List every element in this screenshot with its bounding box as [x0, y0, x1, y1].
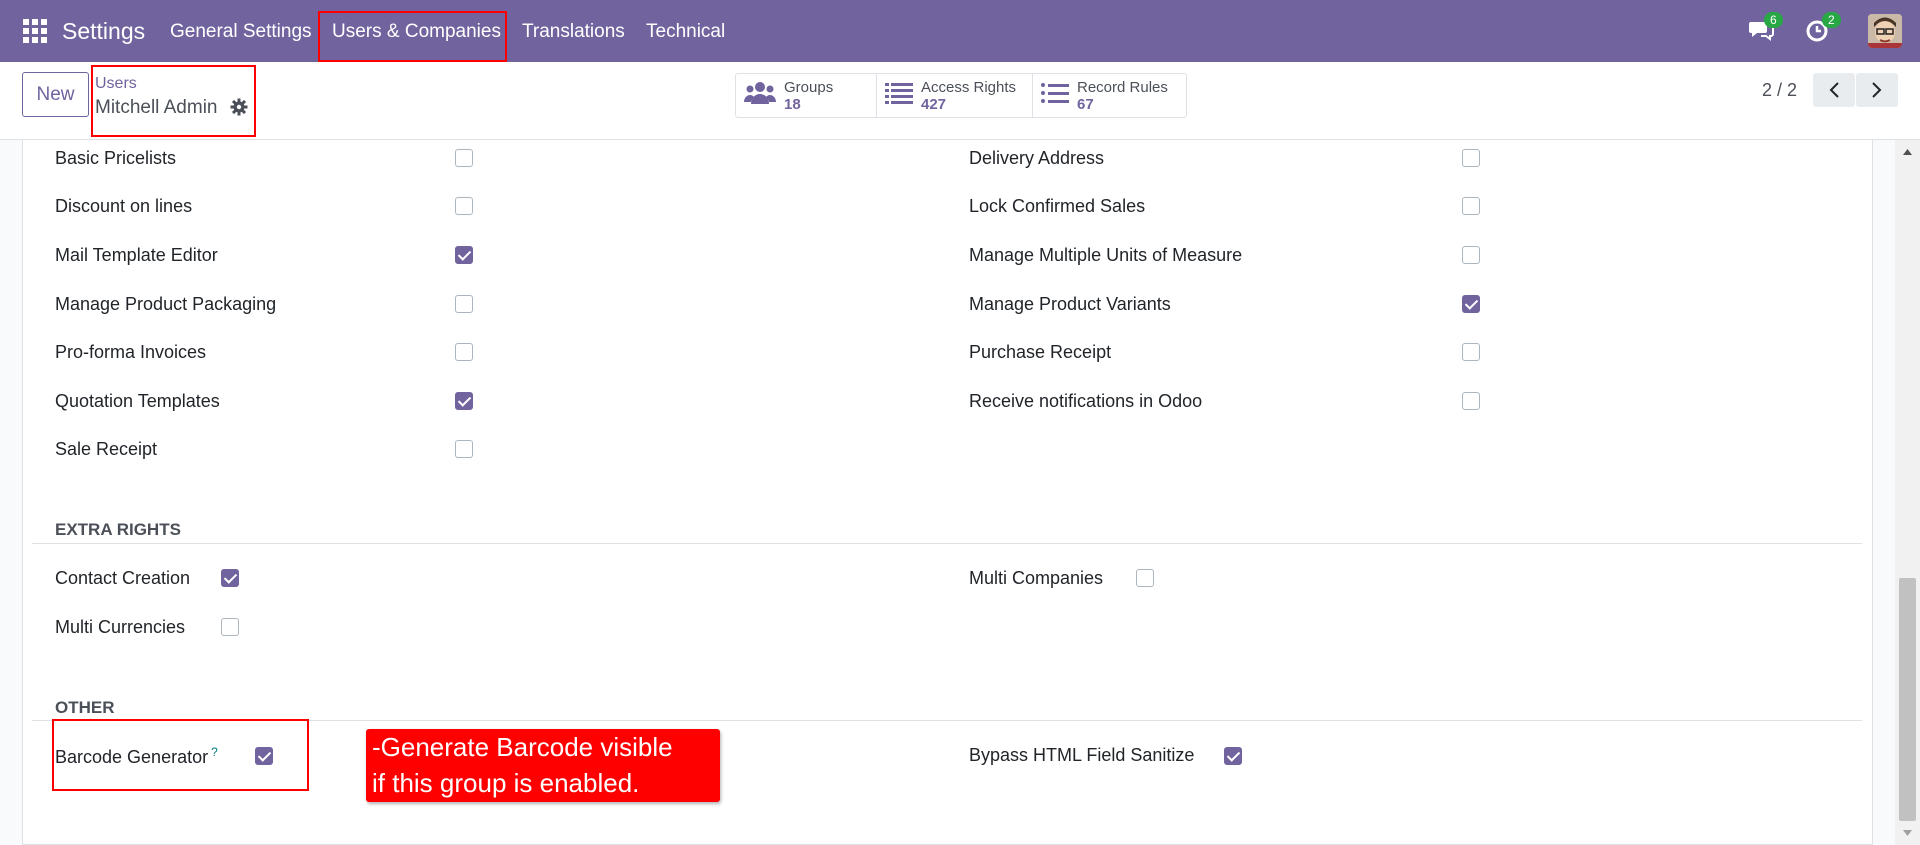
right-label: Contact Creation	[55, 568, 191, 588]
right-label: Manage Product Packaging	[55, 294, 277, 314]
other-heading: OTHER	[55, 698, 115, 717]
top-navbar: Settings General Settings Users & Compan…	[0, 0, 1920, 62]
menu-technical[interactable]: Technical	[646, 21, 725, 43]
right-label: Discount on lines	[55, 196, 193, 216]
gear-icon[interactable]	[230, 98, 248, 116]
right-label: Delivery Address	[969, 148, 1105, 168]
chat-icon[interactable]: 6	[1748, 12, 1783, 42]
right-label: Quotation Templates	[55, 391, 220, 411]
annotation-callout: -Generate Barcode visible if this group …	[366, 729, 720, 802]
menu-highlight-box	[318, 11, 507, 62]
pager-value[interactable]: 2 / 2	[1762, 80, 1797, 101]
manage-product-packaging-checkbox[interactable]	[455, 295, 473, 313]
activity-clock-icon[interactable]: 2	[1806, 12, 1841, 42]
manage-multiple-uom-checkbox[interactable]	[1462, 246, 1480, 264]
multi-companies-checkbox[interactable]	[1136, 569, 1154, 587]
access-rights-label: Access Rights	[921, 78, 1017, 96]
scrollbar[interactable]	[1895, 140, 1920, 845]
right-label: Purchase Receipt	[969, 342, 1112, 362]
list-icon	[1041, 81, 1069, 110]
activity-badge: 2	[1822, 12, 1841, 28]
right-label: Sale Receipt	[55, 439, 158, 459]
groups-smart-button[interactable]: Groups 18	[736, 74, 877, 117]
control-panel: New Users Mitchell Admin Groups 18 Acces…	[0, 62, 1920, 140]
section-divider	[32, 543, 1862, 544]
right-label: Manage Multiple Units of Measure	[969, 245, 1243, 265]
scroll-down-arrow-icon[interactable]	[1902, 829, 1913, 837]
extra-rights-heading: EXTRA RIGHTS	[55, 520, 181, 539]
delivery-address-checkbox[interactable]	[1462, 149, 1480, 167]
multi-currencies-checkbox[interactable]	[221, 618, 239, 636]
annotation-line: -Generate Barcode visible	[372, 732, 673, 762]
barcode-highlight-box	[52, 719, 309, 791]
chat-badge: 6	[1764, 12, 1783, 28]
access-rights-count: 427	[921, 95, 947, 113]
lock-confirmed-sales-checkbox[interactable]	[1462, 197, 1480, 215]
chevron-right-icon	[1872, 82, 1882, 98]
contact-creation-checkbox[interactable]	[221, 569, 239, 587]
breadcrumb-users-link[interactable]: Users	[95, 75, 137, 93]
record-rules-count: 67	[1077, 95, 1094, 113]
user-avatar[interactable]	[1868, 14, 1902, 48]
record-rules-smart-button[interactable]: Record Rules 67	[1033, 74, 1186, 117]
right-label: Bypass HTML Field Sanitize	[969, 745, 1195, 765]
access-rights-smart-button[interactable]: Access Rights 427	[877, 74, 1033, 117]
annotation-line: if this group is enabled.	[372, 768, 640, 798]
app-title[interactable]: Settings	[62, 18, 145, 45]
groups-count: 18	[784, 95, 801, 113]
scroll-up-arrow-icon[interactable]	[1902, 148, 1913, 156]
right-label: Mail Template Editor	[55, 245, 218, 265]
right-label: Pro-forma Invoices	[55, 342, 207, 362]
right-label: Lock Confirmed Sales	[969, 196, 1146, 216]
scrollbar-thumb[interactable]	[1899, 578, 1916, 821]
receive-notifications-odoo-checkbox[interactable]	[1462, 392, 1480, 410]
chevron-left-icon	[1829, 82, 1839, 98]
right-label: Multi Companies	[969, 568, 1104, 588]
pager-previous-button[interactable]	[1813, 73, 1855, 107]
right-label: Basic Pricelists	[55, 148, 177, 168]
pager-next-button[interactable]	[1856, 73, 1898, 107]
groups-label: Groups	[784, 78, 834, 96]
discount-on-lines-checkbox[interactable]	[455, 197, 473, 215]
list-icon	[885, 81, 913, 110]
right-label: Multi Currencies	[55, 617, 186, 637]
new-button[interactable]: New	[22, 72, 89, 117]
quotation-templates-checkbox[interactable]	[455, 392, 473, 410]
breadcrumb-current-record: Mitchell Admin	[95, 97, 218, 118]
manage-product-variants-checkbox[interactable]	[1462, 295, 1480, 313]
apps-menu-icon[interactable]	[23, 19, 47, 43]
pro-forma-invoices-checkbox[interactable]	[455, 343, 473, 361]
menu-translations[interactable]: Translations	[522, 21, 625, 43]
mail-template-editor-checkbox[interactable]	[455, 246, 473, 264]
users-icon	[744, 80, 776, 111]
sale-receipt-checkbox[interactable]	[455, 440, 473, 458]
menu-general-settings[interactable]: General Settings	[170, 21, 312, 43]
record-rules-label: Record Rules	[1077, 78, 1168, 96]
smart-buttons: Groups 18 Access Rights 427 Record Rules…	[735, 73, 1187, 118]
purchase-receipt-checkbox[interactable]	[1462, 343, 1480, 361]
right-label: Manage Product Variants	[969, 294, 1171, 314]
basic-pricelists-checkbox[interactable]	[455, 149, 473, 167]
right-label: Receive notifications in Odoo	[969, 391, 1203, 411]
bypass-html-sanitize-checkbox[interactable]	[1224, 747, 1242, 765]
